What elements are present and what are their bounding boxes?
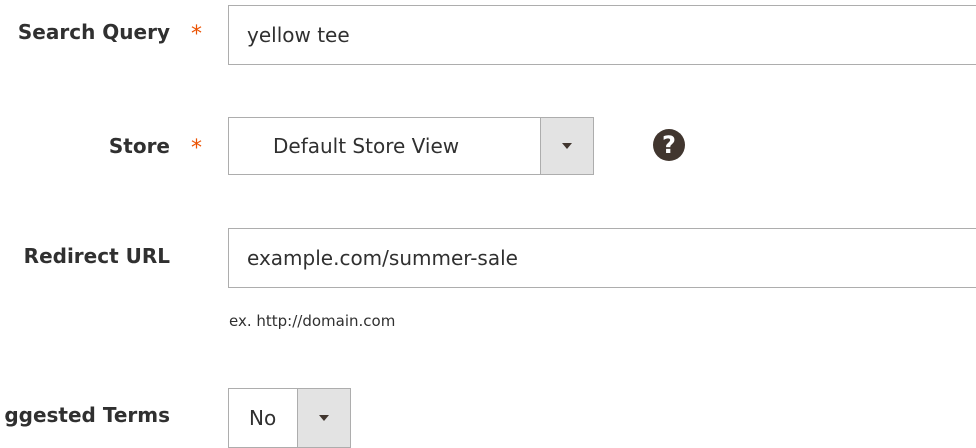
chevron-down-icon — [319, 415, 329, 421]
redirect-url-label: Redirect URL — [23, 244, 170, 268]
store-select[interactable]: Default Store View — [228, 117, 594, 175]
search-query-input[interactable]: yellow tee — [228, 5, 976, 65]
redirect-url-input[interactable]: example.com/summer-sale — [228, 228, 976, 288]
redirect-url-note: ex. http://domain.com — [229, 312, 396, 330]
store-required-mark: * — [191, 136, 202, 161]
suggested-terms-label: ggested Terms — [4, 403, 170, 427]
search-query-required-mark: * — [191, 22, 202, 47]
redirect-url-value: example.com/summer-sale — [247, 246, 518, 270]
store-label: Store — [108, 134, 170, 158]
suggested-terms-select[interactable]: No — [228, 388, 351, 448]
help-glyph: ? — [662, 131, 676, 159]
chevron-down-icon — [562, 143, 572, 149]
question-circle-icon[interactable]: ? — [653, 129, 685, 161]
search-query-label: Search Query — [17, 20, 170, 44]
store-select-value: Default Store View — [273, 134, 460, 158]
suggested-terms-select-arrow[interactable] — [297, 389, 350, 447]
search-query-value: yellow tee — [247, 23, 350, 47]
suggested-terms-select-value: No — [249, 406, 277, 430]
store-select-arrow[interactable] — [540, 118, 593, 174]
